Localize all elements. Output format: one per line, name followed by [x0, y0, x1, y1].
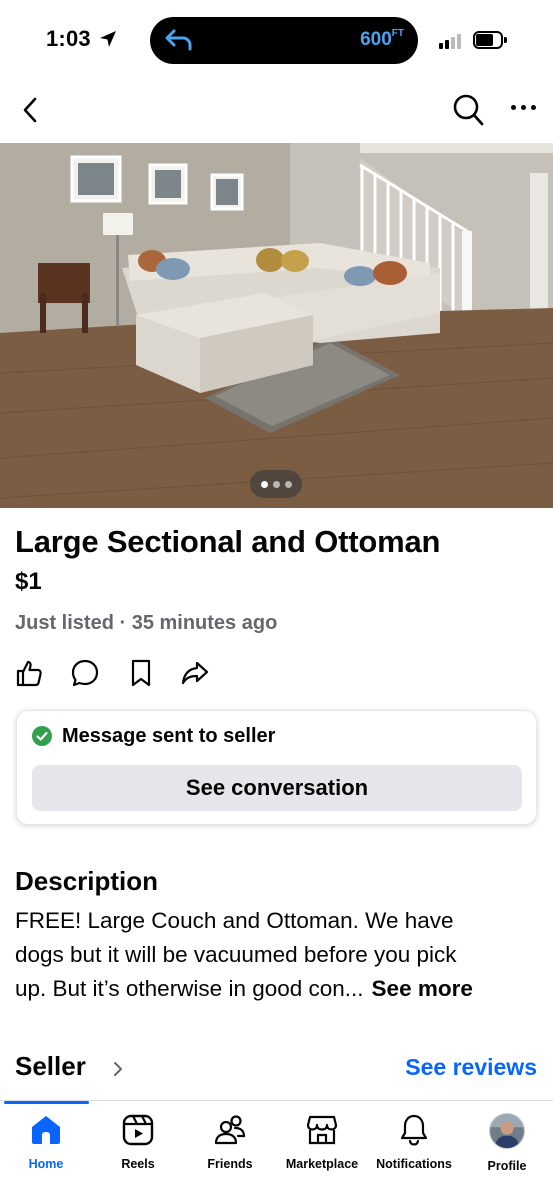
tab-label: Friends	[207, 1157, 253, 1171]
tab-label: Profile	[487, 1159, 527, 1173]
marketplace-icon	[306, 1115, 338, 1145]
description-heading: Description	[15, 866, 159, 896]
profile-avatar	[489, 1113, 525, 1149]
listing-price: $1	[15, 568, 42, 595]
listing-meta: Just listed · 35 minutes ago	[15, 612, 278, 634]
see-more-link[interactable]: See more	[372, 976, 473, 1001]
altitude-readout: 600FT	[360, 28, 404, 51]
status-time: 1:03	[46, 26, 91, 51]
save-bookmark-icon[interactable]	[126, 658, 156, 688]
living-room-photo	[0, 143, 553, 508]
back-chevron-icon[interactable]	[18, 94, 44, 126]
altitude-value: 600	[360, 29, 392, 50]
bottom-tab-bar: Home Reels Friends Marketplace Notificat…	[0, 1100, 553, 1200]
tab-label: Reels	[121, 1157, 155, 1171]
location-arrow-icon	[100, 31, 116, 47]
chevron-right-icon[interactable]	[112, 1061, 124, 1077]
like-icon[interactable]	[14, 658, 44, 688]
description-line: up. But it’s otherwise in good con...	[15, 976, 364, 1001]
top-navigation	[0, 80, 553, 142]
search-icon[interactable]	[452, 93, 484, 127]
pager-dot	[261, 481, 268, 488]
comment-icon[interactable]	[70, 658, 100, 688]
photo-pager[interactable]	[250, 470, 302, 498]
home-icon	[32, 1116, 60, 1144]
description-line: dogs but it will be vacuumed before you …	[15, 942, 457, 967]
share-icon[interactable]	[180, 658, 210, 688]
check-circle-icon	[32, 726, 52, 746]
dynamic-island[interactable]: 600FT	[150, 17, 418, 64]
tab-label: Marketplace	[285, 1157, 359, 1171]
see-reviews-link[interactable]: See reviews	[405, 1054, 537, 1081]
description-line-last: up. But it’s otherwise in good con... See…	[15, 972, 541, 1006]
tab-label: Notifications	[376, 1157, 452, 1171]
tab-marketplace[interactable]: Marketplace	[282, 1113, 362, 1183]
description-line: FREE! Large Couch and Ottoman. We have	[15, 908, 454, 933]
return-arrow-icon	[165, 29, 192, 51]
active-tab-indicator	[4, 1101, 89, 1104]
listing-photo[interactable]	[0, 143, 553, 508]
tab-friends[interactable]: Friends	[194, 1113, 266, 1183]
battery-icon	[473, 31, 507, 49]
friends-icon	[214, 1115, 246, 1145]
listing-actions	[14, 658, 214, 688]
tab-notifications[interactable]: Notifications	[372, 1113, 456, 1183]
tab-profile[interactable]: Profile	[472, 1113, 542, 1183]
reels-icon	[122, 1114, 154, 1146]
seller-heading[interactable]: Seller	[15, 1051, 86, 1082]
more-options-icon[interactable]	[510, 102, 538, 112]
listing-title: Large Sectional and Ottoman	[15, 524, 441, 559]
tab-label: Home	[28, 1157, 64, 1171]
tab-home[interactable]: Home	[10, 1113, 82, 1183]
description-text: FREE! Large Couch and Ottoman. We have d…	[15, 904, 541, 1006]
see-conversation-button[interactable]: See conversation	[32, 765, 522, 811]
message-status-text: Message sent to seller	[62, 725, 276, 747]
tab-reels[interactable]: Reels	[102, 1113, 174, 1183]
cellular-signal-icon	[439, 33, 465, 49]
status-bar: 1:03 600FT	[0, 0, 553, 80]
bell-icon	[400, 1114, 428, 1146]
pager-dot	[285, 481, 292, 488]
altitude-unit: FT	[391, 28, 404, 39]
message-sent-card: Message sent to seller See conversation	[16, 710, 537, 825]
pager-dot	[273, 481, 280, 488]
